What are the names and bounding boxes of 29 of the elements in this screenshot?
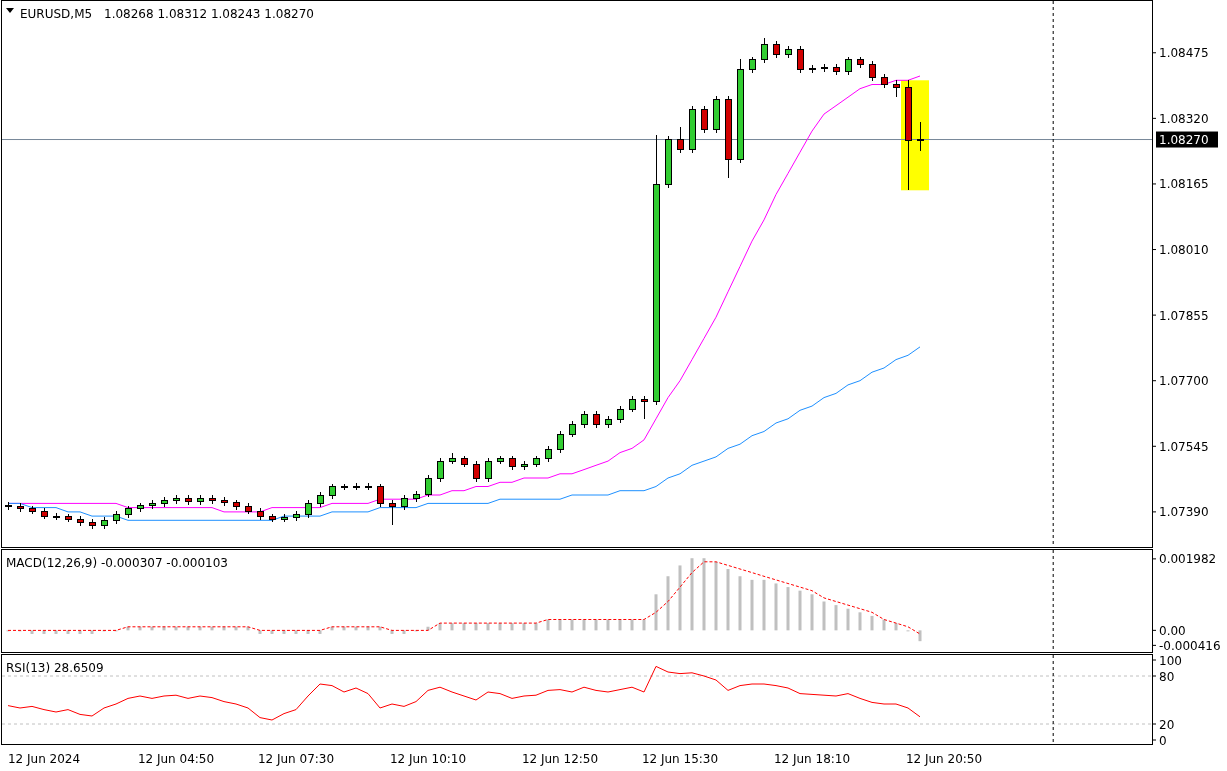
axis-label: 12 Jun 15:30: [641, 752, 719, 766]
chart-title: EURUSD,M5: [20, 7, 93, 21]
axis-label: 12 Jun 20:50: [905, 752, 983, 766]
axis-label: 1.07855: [1159, 308, 1209, 323]
chart-title: RSI(13) 28.6509: [6, 661, 104, 675]
axis-label: 12 Jun 07:30: [257, 752, 335, 766]
axis-label: 1.07545: [1159, 439, 1209, 454]
ohlc-values: 1.08268 1.08312 1.08243 1.08270: [104, 7, 314, 21]
axis-label: 0.00: [1159, 623, 1186, 638]
axis-label: 1.08165: [1159, 177, 1209, 192]
axis-label: 0: [1159, 733, 1167, 746]
price-label: 1.08270: [1156, 131, 1218, 148]
axis-label: 12 Jun 12:50: [521, 752, 599, 766]
axis-label: 100: [1159, 654, 1182, 668]
axis-label: 12 Jun 2024: [7, 752, 81, 766]
axis-label: 12 Jun 10:10: [389, 752, 467, 766]
axis-label: 1.08475: [1159, 46, 1209, 61]
axis-label: -0.000416: [1159, 638, 1221, 653]
axis-label: 20: [1159, 717, 1175, 732]
axis-label: 1.07390: [1159, 505, 1209, 520]
axis-label: 0.001982: [1159, 552, 1217, 567]
axis-label: 1.08010: [1159, 243, 1209, 258]
axis-label: 12 Jun 04:50: [137, 752, 215, 766]
axis-label: 12 Jun 18:10: [773, 752, 851, 766]
axis-label: 80: [1159, 669, 1175, 684]
axis-label: 1.08320: [1159, 111, 1209, 126]
axis-label: 1.07700: [1159, 374, 1209, 389]
ref-line-label: 1.08270: [1159, 133, 1209, 148]
chart-title: MACD(12,26,9) -0.000307 -0.000103: [6, 556, 228, 570]
